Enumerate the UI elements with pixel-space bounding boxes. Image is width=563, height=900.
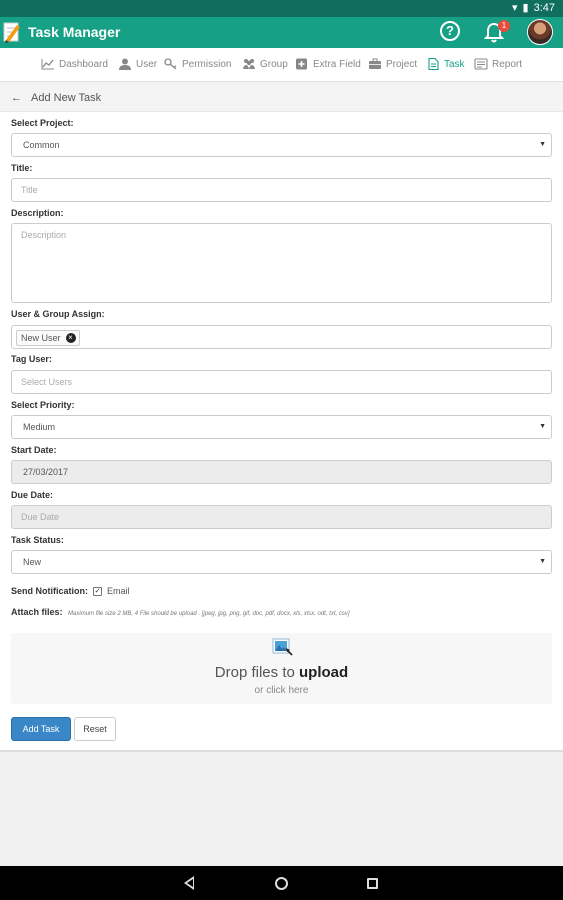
nav-item-group[interactable]: Group <box>242 58 288 70</box>
page-header: ← Add New Task <box>0 83 563 112</box>
plus-square-icon <box>296 58 307 70</box>
nav-item-dashboard[interactable]: Dashboard <box>41 58 108 70</box>
nav-label-extra-field: Extra Field <box>313 58 361 70</box>
status-icons: ▾ ▮ 3:47 <box>511 1 555 15</box>
title-label: Title: <box>11 163 33 173</box>
nav-label-project: Project <box>386 58 418 70</box>
remove-chip-icon[interactable]: × <box>65 333 76 343</box>
attach-label: Attach files: <box>11 607 63 617</box>
add-task-button[interactable]: Add Task <box>11 717 71 741</box>
app-title: Task Manager <box>28 24 121 40</box>
nav-label-dashboard: Dashboard <box>59 58 108 70</box>
back-arrow-icon[interactable]: ← <box>11 92 22 104</box>
system-nav-bar <box>0 866 563 900</box>
title-input[interactable]: Title <box>11 178 552 202</box>
email-option-label: Email <box>107 586 130 596</box>
assign-input[interactable]: New User × <box>11 325 552 349</box>
battery-icon: ▮ <box>522 2 529 14</box>
chip-label: New User <box>21 333 61 343</box>
tag-user-input[interactable]: Select Users <box>11 370 552 394</box>
nav-item-extra-field[interactable]: Extra Field <box>295 58 361 70</box>
status-time: 3:47 <box>533 1 555 14</box>
file-dropzone[interactable]: Drop files to upload or click here <box>11 633 552 704</box>
description-placeholder: Description <box>21 230 67 240</box>
description-textarea[interactable]: Description <box>11 223 552 303</box>
system-back-icon[interactable] <box>184 876 194 890</box>
notification-label: Send Notification: <box>11 586 88 596</box>
select-caret-icon: ▼ <box>539 558 546 565</box>
status-bar: ▾ ▮ 3:47 <box>0 0 563 17</box>
dropzone-main-text: Drop files to <box>214 664 295 681</box>
group-icon <box>243 59 255 69</box>
report-icon <box>474 58 488 70</box>
due-date-input[interactable]: Due Date <box>11 505 552 529</box>
system-recents-icon[interactable] <box>367 878 378 889</box>
dropzone-bold-text: upload <box>299 664 349 681</box>
avatar[interactable] <box>527 19 553 45</box>
project-label: Select Project: <box>11 118 74 128</box>
notification-row: Send Notification: ✓ Email <box>11 586 130 596</box>
image-upload-icon <box>272 638 293 656</box>
description-label: Description: <box>11 208 64 218</box>
briefcase-icon <box>369 58 381 69</box>
nav-label-report: Report <box>492 58 523 70</box>
file-icon <box>428 58 439 70</box>
nav-tabs: Dashboard User Permission Group Extra Fi… <box>0 48 563 82</box>
nav-label-task: Task <box>444 58 465 70</box>
key-icon <box>164 58 177 70</box>
title-placeholder: Title <box>21 185 38 195</box>
nav-item-user[interactable]: User <box>118 58 157 70</box>
page-title: Add New Task <box>31 92 102 104</box>
nav-label-group: Group <box>260 58 288 70</box>
dropzone-text: Drop files to upload <box>11 664 552 681</box>
assigned-user-chip: New User × <box>16 330 80 346</box>
tag-user-placeholder: Select Users <box>21 377 73 387</box>
due-date-placeholder: Due Date <box>21 512 60 522</box>
start-date-value: 27/03/2017 <box>23 467 69 477</box>
chart-line-icon <box>41 59 54 70</box>
user-icon <box>119 58 131 70</box>
assign-label: User & Group Assign: <box>11 309 105 319</box>
start-date-label: Start Date: <box>11 445 57 455</box>
start-date-input[interactable]: 27/03/2017 <box>11 460 552 484</box>
select-caret-icon: ▼ <box>539 141 546 148</box>
status-label: Task Status: <box>11 535 64 545</box>
nav-label-permission: Permission <box>182 58 232 70</box>
attach-row: Attach files: Maximum file size 2 MB, 4 … <box>11 607 350 617</box>
status-value: New <box>23 557 42 567</box>
help-icon[interactable]: ? <box>440 21 460 41</box>
email-checkbox[interactable]: ✓ <box>93 586 102 596</box>
status-select[interactable]: New ▼ <box>11 550 552 574</box>
priority-value: Medium <box>23 422 56 432</box>
nav-item-project[interactable]: Project <box>368 58 417 70</box>
system-home-icon[interactable] <box>275 877 288 890</box>
app-bar: Task Manager ? 1 <box>0 17 563 48</box>
reset-button[interactable]: Reset <box>74 717 116 741</box>
notification-badge: 1 <box>498 20 510 32</box>
select-caret-icon: ▼ <box>539 423 546 430</box>
project-select[interactable]: Common ▼ <box>11 133 552 157</box>
app-logo-icon <box>3 22 20 43</box>
priority-label: Select Priority: <box>11 400 75 410</box>
attach-note: Maximum file size 2 MB, 4 File should be… <box>68 611 350 617</box>
dropzone-subtext: or click here <box>254 685 309 696</box>
nav-item-report[interactable]: Report <box>474 58 522 70</box>
priority-select[interactable]: Medium ▼ <box>11 415 552 439</box>
nav-label-user: User <box>136 58 158 70</box>
tag-user-label: Tag User: <box>11 354 52 364</box>
due-date-label: Due Date: <box>11 490 54 500</box>
project-value: Common <box>23 140 60 150</box>
nav-item-task[interactable]: Task <box>426 58 465 70</box>
nav-item-permission[interactable]: Permission <box>164 58 231 70</box>
wifi-icon: ▾ <box>511 2 518 14</box>
